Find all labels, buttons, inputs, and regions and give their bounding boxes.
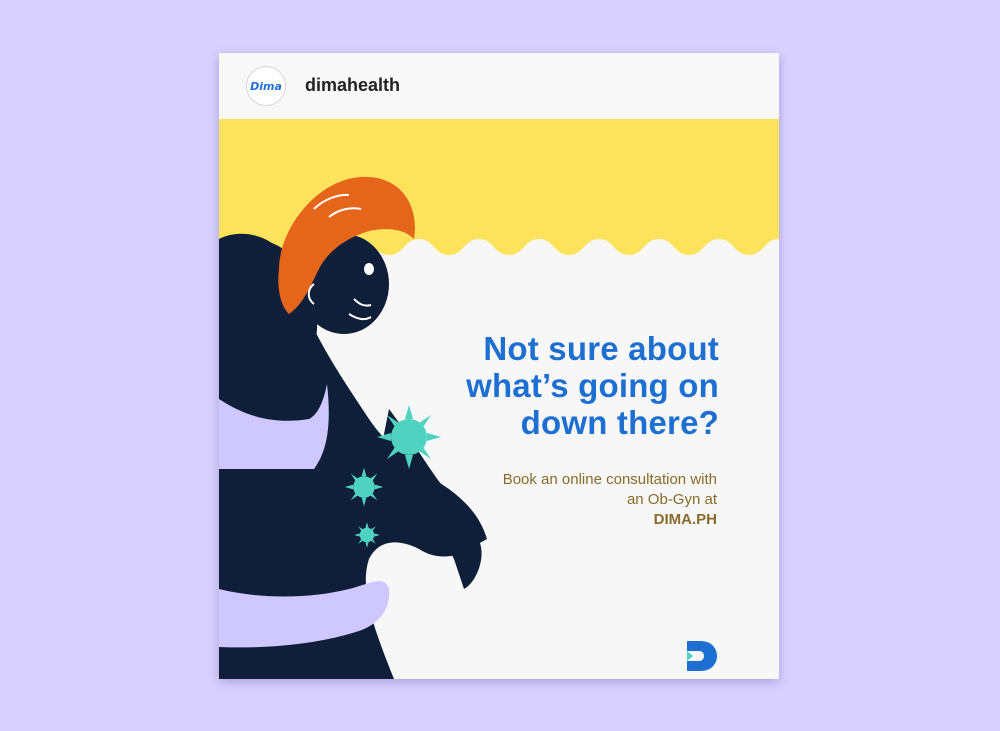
post-header: Dima dimahealth <box>219 53 779 119</box>
avatar-logo-text: Dima <box>250 79 282 93</box>
cta-prefix: an Ob-Gyn at <box>626 491 717 508</box>
cta-line-1: Book an online consultation with <box>502 471 717 488</box>
instagram-post-card: Dima dimahealth Not sure about what’s go… <box>219 53 779 679</box>
consultation-cta: Book an online consultation with an Ob-G… <box>437 470 717 530</box>
profile-username[interactable]: dimahealth <box>305 75 400 96</box>
dima-d-logo-icon <box>687 641 717 671</box>
dima-ph-link[interactable]: DIMA.PH <box>654 511 717 528</box>
headline-line: Not sure about <box>483 330 719 367</box>
profile-avatar[interactable]: Dima <box>246 66 286 106</box>
figure-eye <box>364 263 374 275</box>
headline: Not sure about what’s going on down ther… <box>419 330 719 441</box>
cta-line-2: an Ob-Gyn at DIMA.PH <box>437 490 717 530</box>
headline-line: what’s going on <box>466 367 719 404</box>
headline-line: down there? <box>520 404 719 441</box>
post-artwork: Not sure about what’s going on down ther… <box>219 119 779 679</box>
